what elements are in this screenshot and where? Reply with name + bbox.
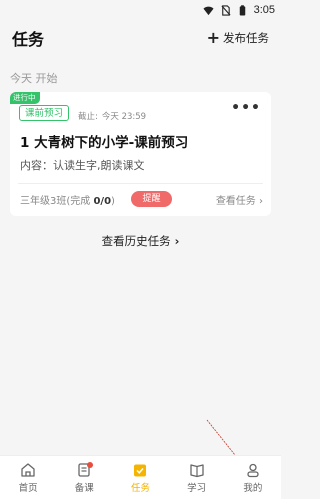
class-prefix: 三年级3班(完成 <box>20 196 94 207</box>
nav-tasks[interactable]: 任务 <box>112 462 168 494</box>
divider <box>18 183 263 184</box>
header: 任务 + 发布任务 <box>0 20 281 56</box>
user-icon <box>247 463 259 477</box>
section-date-label: 今天 开始 <box>10 72 58 85</box>
deadline: 截止: 今天 23:59 <box>78 110 150 122</box>
nav-prepare[interactable]: 备课 <box>56 461 112 494</box>
nav-study[interactable]: 学习 <box>169 462 225 494</box>
nav-tasks-label: 任务 <box>130 482 150 494</box>
status-badge: 进行中 <box>10 92 40 104</box>
task-check-icon <box>134 464 147 476</box>
nav-home[interactable]: 首页 <box>0 462 56 494</box>
nav-home-label: 首页 <box>18 482 38 494</box>
bottom-nav: 首页 备课 任务 学习 我的 <box>0 455 281 499</box>
task-card[interactable]: 进行中 课前预习 截止: 今天 23:59 ••• 1 大青树下的小学-课前预习 … <box>10 92 271 216</box>
status-time: 3:05 <box>253 4 275 16</box>
more-options-icon[interactable]: ••• <box>231 101 261 115</box>
plus-icon: + <box>206 28 220 47</box>
wifi-icon <box>203 6 214 15</box>
book-icon <box>190 463 204 477</box>
deadline-prefix: 截止: <box>78 112 98 122</box>
view-task-label: 查看任务 <box>215 196 256 207</box>
battery-icon <box>239 4 245 16</box>
task-title: 1 大青树下的小学-课前预习 <box>20 135 189 151</box>
chevron-right-icon: › <box>170 234 180 248</box>
status-bar: 3:05 <box>0 0 281 20</box>
view-task-link[interactable]: 查看任务 › <box>216 192 263 207</box>
publish-task-label: 发布任务 <box>223 31 269 45</box>
history-label: 查看历史任务 <box>101 234 171 248</box>
page-title: 任务 <box>12 30 45 49</box>
view-history-link[interactable]: 查看历史任务 › <box>0 233 281 249</box>
notification-dot <box>87 461 94 468</box>
nav-study-label: 学习 <box>187 482 207 494</box>
remind-button[interactable]: 提醒 <box>131 191 172 207</box>
chevron-right-icon: › <box>255 196 263 207</box>
no-sim-icon <box>221 4 231 16</box>
deadline-time: 今天 23:59 <box>101 112 147 122</box>
nav-prepare-label: 备课 <box>74 482 94 494</box>
class-suffix: ) <box>111 196 115 207</box>
nav-mine-label: 我的 <box>243 482 263 494</box>
class-completion-info: 三年级3班(完成 0/0) <box>20 192 115 207</box>
task-content: 内容：认读生字,朗读课文 <box>20 159 145 172</box>
completion-count: 0/0 <box>93 196 112 207</box>
task-type-tag: 课前预习 <box>19 105 70 121</box>
nav-mine[interactable]: 我的 <box>225 462 281 494</box>
publish-task-button[interactable]: + 发布任务 <box>207 30 269 46</box>
home-icon <box>21 462 35 477</box>
